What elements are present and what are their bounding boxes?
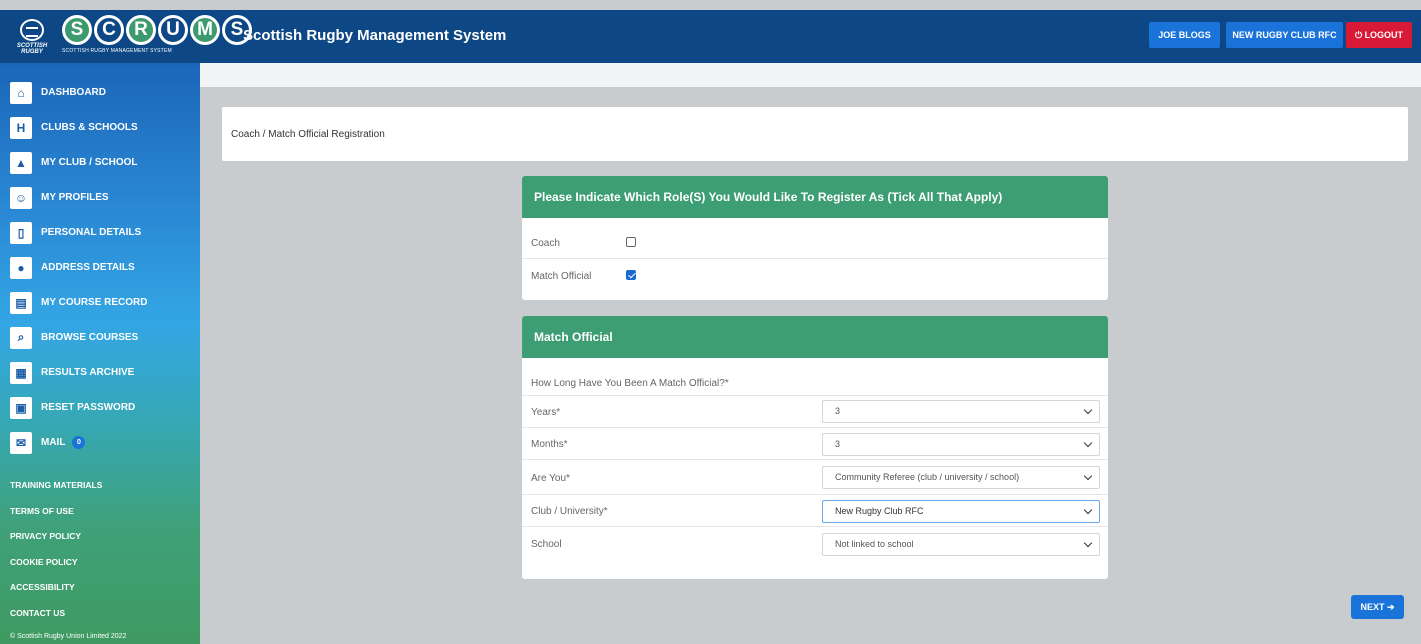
role-row-coach: Coach [522, 218, 1108, 259]
arrow-right-icon: ➔ [1384, 602, 1395, 612]
sidebar-item-personal-details[interactable]: ▯ PERSONAL DETAILS [10, 215, 148, 250]
mail-icon: ✉ [10, 431, 32, 454]
logout-button[interactable]: ⏻ LOGOUT [1346, 22, 1412, 48]
coach-checkbox[interactable] [626, 237, 636, 247]
sidebar-item-label: RESULTS ARCHIVE [41, 367, 135, 378]
chevron-down-icon [1083, 405, 1093, 415]
role-row-match-official: Match Official [522, 259, 1108, 300]
logo-tagline: SCOTTISH RUGBY MANAGEMENT SYSTEM [62, 48, 172, 54]
chevron-down-icon [1083, 471, 1093, 481]
field-row-are-you: Are You* Community Referee (club / unive… [522, 460, 1108, 495]
sidebar-item-address-details[interactable]: ● ADDRESS DETAILS [10, 250, 148, 285]
browse-courses-icon: ⌕ [10, 326, 32, 349]
roles-panel: Please Indicate Which Role(S) You Would … [522, 176, 1108, 300]
chevron-down-icon [1083, 538, 1093, 548]
sidebar-item-browse-courses[interactable]: ⌕ BROWSE COURSES [10, 320, 148, 355]
sidebar-item-clubs-schools[interactable]: H CLUBS & SCHOOLS [10, 110, 148, 145]
top-strip [200, 63, 1421, 87]
sidebar-item-my-course-record[interactable]: ▤ MY COURSE RECORD [10, 285, 148, 320]
field-label: Club / University* [531, 506, 608, 517]
field-row-club-university: Club / University* New Rugby Club RFC [522, 495, 1108, 527]
personal-details-icon: ▯ [10, 221, 32, 244]
sidebar-item-label: CLUBS & SCHOOLS [41, 122, 138, 133]
chevron-down-icon [1083, 438, 1093, 448]
scottish-rugby-crest-icon: SCOTTISH RUGBY [14, 17, 50, 55]
field-row-years: Years* 3 [522, 396, 1108, 428]
sidebar-nav: ⌂ DASHBOARD H CLUBS & SCHOOLS ▲ MY CLUB … [10, 75, 148, 460]
club-button[interactable]: NEW RUGBY CLUB RFC [1226, 22, 1343, 48]
sidebar-item-dashboard[interactable]: ⌂ DASHBOARD [10, 75, 148, 110]
are-you-select[interactable]: Community Referee (club / university / s… [822, 466, 1100, 489]
logo-letter: R [126, 15, 156, 45]
experience-question: How Long Have You Been A Match Official?… [531, 378, 729, 389]
field-label: Months* [531, 439, 568, 450]
sidebar: ⌂ DASHBOARD H CLUBS & SCHOOLS ▲ MY CLUB … [0, 63, 200, 644]
club-icon: ▲ [10, 151, 32, 174]
sidebar-item-label: BROWSE COURSES [41, 332, 139, 343]
user-button[interactable]: JOE BLOGS [1149, 22, 1220, 48]
sidebar-footer-links: TRAINING MATERIALS TERMS OF USE PRIVACY … [10, 477, 102, 631]
accessibility-link[interactable]: ACCESSIBILITY [10, 579, 102, 605]
sidebar-item-my-club-school[interactable]: ▲ MY CLUB / SCHOOL [10, 145, 148, 180]
match-official-panel-title: Match Official [522, 316, 1108, 358]
school-select[interactable]: Not linked to school [822, 533, 1100, 556]
sidebar-item-my-profiles[interactable]: ☺ MY PROFILES [10, 180, 148, 215]
years-select[interactable]: 3 [822, 400, 1100, 423]
sidebar-item-label: MY PROFILES [41, 192, 109, 203]
logo-letter: M [190, 15, 220, 45]
dashboard-icon: ⌂ [10, 81, 32, 104]
roles-panel-title: Please Indicate Which Role(S) You Would … [522, 176, 1108, 218]
next-button[interactable]: NEXT ➔ [1351, 595, 1404, 619]
sidebar-item-label: MAIL [41, 437, 66, 448]
terms-of-use-link[interactable]: TERMS OF USE [10, 503, 102, 529]
sidebar-item-label: MY COURSE RECORD [41, 297, 148, 308]
sidebar-item-mail[interactable]: ✉ MAIL 0 [10, 425, 148, 460]
role-label: Coach [531, 238, 560, 249]
chevron-down-icon [1083, 505, 1093, 515]
match-official-panel: Match Official How Long Have You Been A … [522, 316, 1108, 579]
copyright: © Scottish Rugby Union Limited 2022 [10, 633, 127, 640]
sidebar-item-label: DASHBOARD [41, 87, 106, 98]
club-university-select[interactable]: New Rugby Club RFC [822, 500, 1100, 523]
breadcrumb: Coach / Match Official Registration [231, 129, 385, 140]
field-label: School [531, 539, 562, 550]
question-row: How Long Have You Been A Match Official?… [522, 358, 1108, 396]
sidebar-item-label: MY CLUB / SCHOOL [41, 157, 138, 168]
goalposts-icon: H [10, 116, 32, 139]
scrums-logo: S C R U M S SCOTTISH RUGBY MANAGEMENT SY… [62, 13, 252, 59]
privacy-policy-link[interactable]: PRIVACY POLICY [10, 528, 102, 554]
map-pin-icon: ● [10, 256, 32, 279]
match-official-checkbox[interactable] [626, 270, 636, 280]
months-select[interactable]: 3 [822, 433, 1100, 456]
next-label: NEXT [1360, 602, 1385, 612]
sidebar-item-results-archive[interactable]: ▦ RESULTS ARCHIVE [10, 355, 148, 390]
results-archive-icon: ▦ [10, 361, 32, 384]
course-record-icon: ▤ [10, 291, 32, 314]
sidebar-item-label: PERSONAL DETAILS [41, 227, 142, 238]
role-label: Match Official [531, 271, 592, 282]
app-title: Scottish Rugby Management System [243, 27, 507, 44]
top-header: SCOTTISH RUGBY S C R U M S SCOTTISH RUGB… [0, 10, 1421, 63]
training-materials-link[interactable]: TRAINING MATERIALS [10, 477, 102, 503]
mail-count-badge: 0 [72, 436, 86, 449]
contact-us-link[interactable]: CONTACT US [10, 605, 102, 631]
sidebar-item-reset-password[interactable]: ▣ RESET PASSWORD [10, 390, 148, 425]
logo-letter: S [62, 15, 92, 45]
logo[interactable]: SCOTTISH RUGBY S C R U M S SCOTTISH RUGB… [14, 13, 252, 59]
power-icon: ⏻ [1354, 30, 1365, 40]
logo-letter: C [94, 15, 124, 45]
lock-icon: ▣ [10, 396, 32, 419]
sidebar-item-label: RESET PASSWORD [41, 402, 136, 413]
breadcrumb-bar: Coach / Match Official Registration [222, 107, 1408, 161]
sidebar-item-label: ADDRESS DETAILS [41, 262, 135, 273]
cookie-policy-link[interactable]: COOKIE POLICY [10, 554, 102, 580]
field-row-months: Months* 3 [522, 428, 1108, 460]
field-label: Years* [531, 407, 561, 418]
logo-letter: U [158, 15, 188, 45]
field-label: Are You* [531, 473, 570, 484]
logout-label: LOGOUT [1364, 30, 1404, 40]
profiles-icon: ☺ [10, 186, 32, 209]
field-row-school: School Not linked to school [522, 527, 1108, 559]
